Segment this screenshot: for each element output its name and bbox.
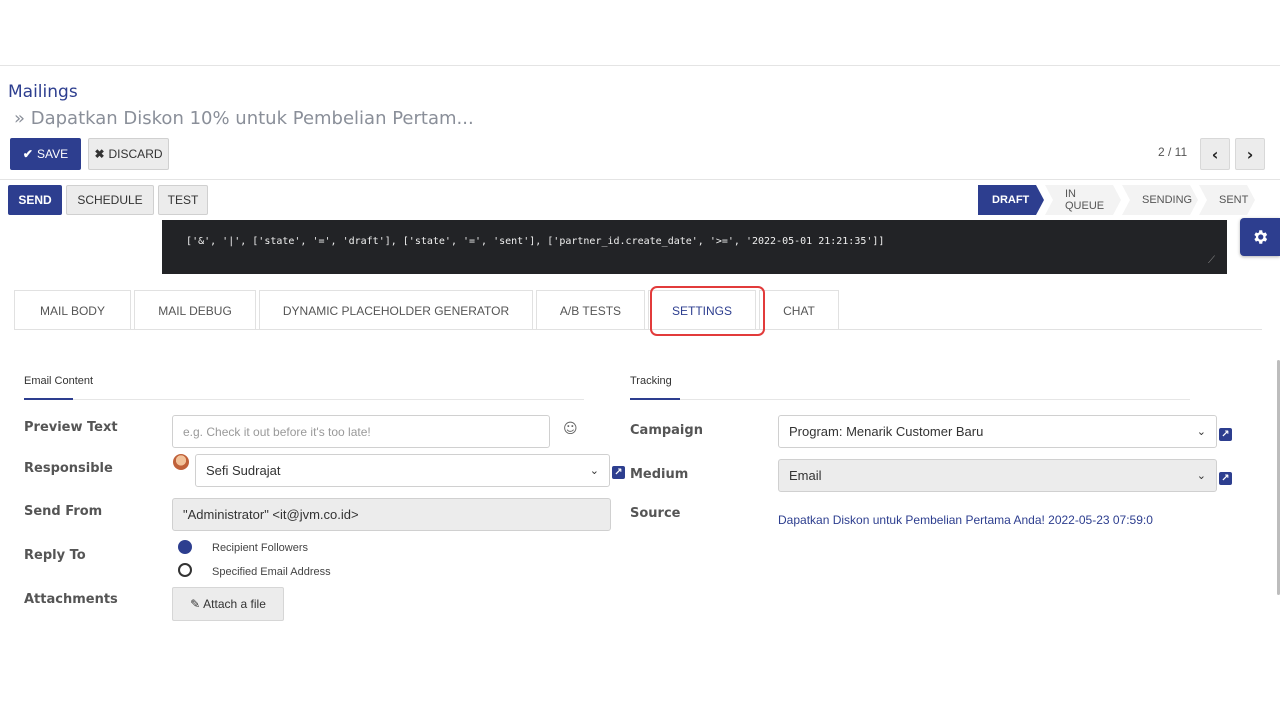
tab-dynamic-placeholder-generator[interactable]: DYNAMIC PLACEHOLDER GENERATOR bbox=[259, 290, 533, 330]
header-divider bbox=[0, 179, 1280, 180]
chevron-down-icon: ⌄ bbox=[1196, 470, 1206, 482]
medium-select[interactable]: Email ⌄ bbox=[778, 459, 1217, 492]
tabs-baseline bbox=[14, 329, 1262, 330]
domain-code: ['&', '|', ['state', '=', 'draft'], ['st… bbox=[186, 236, 885, 247]
external-link-icon[interactable]: ↗ bbox=[612, 466, 625, 479]
stage-sending[interactable]: SENDING bbox=[1122, 185, 1198, 215]
tracking-underline bbox=[630, 398, 680, 400]
responsible-select[interactable]: Sefi Sudrajat ⌄ bbox=[195, 454, 610, 487]
send-button[interactable]: SEND bbox=[8, 185, 62, 215]
save-button[interactable]: ✔ SAVE bbox=[10, 138, 81, 170]
tab-chat[interactable]: CHAT bbox=[759, 290, 839, 330]
preview-text-input[interactable]: e.g. Check it out before it's too late! bbox=[172, 415, 550, 448]
tab-ab-tests[interactable]: A/B TESTS bbox=[536, 290, 645, 330]
schedule-button[interactable]: SCHEDULE bbox=[66, 185, 154, 215]
campaign-value: Program: Menarik Customer Baru bbox=[789, 424, 984, 439]
check-icon: ✔ bbox=[22, 147, 33, 161]
stage-sent[interactable]: SENT bbox=[1199, 185, 1255, 215]
domain-editor[interactable]: ['&', '|', ['state', '=', 'draft'], ['st… bbox=[162, 220, 1227, 274]
stage-in-queue[interactable]: IN QUEUE bbox=[1045, 185, 1121, 215]
tab-mail-debug[interactable]: MAIL DEBUG bbox=[134, 290, 256, 330]
gear-icon bbox=[1254, 230, 1268, 244]
email-content-divider bbox=[24, 399, 584, 400]
tracking-title: Tracking bbox=[630, 375, 672, 387]
chevron-down-icon: ⌄ bbox=[1196, 426, 1206, 438]
source-value: Dapatkan Diskon untuk Pembelian Pertama … bbox=[778, 513, 1153, 527]
stage-draft[interactable]: DRAFT bbox=[978, 185, 1044, 215]
settings-gear-button[interactable] bbox=[1240, 218, 1280, 256]
close-icon: ✖ bbox=[94, 147, 105, 161]
send-from-label: Send From bbox=[24, 504, 103, 519]
breadcrumb-record: » Dapatkan Diskon 10% untuk Pembelian Pe… bbox=[14, 108, 474, 129]
tab-settings[interactable]: SETTINGS bbox=[648, 290, 756, 330]
chevron-left-icon: ‹ bbox=[1211, 144, 1219, 164]
campaign-select[interactable]: Program: Menarik Customer Baru ⌄ bbox=[778, 415, 1217, 448]
external-link-icon[interactable]: ↗ bbox=[1219, 472, 1232, 485]
chevron-right-icon: › bbox=[1246, 144, 1254, 164]
attach-file-label: Attach a file bbox=[203, 597, 266, 611]
pager-value[interactable]: 2 / 11 bbox=[1158, 145, 1187, 159]
test-button[interactable]: TEST bbox=[158, 185, 208, 215]
tracking-divider bbox=[630, 399, 1190, 400]
email-content-underline bbox=[24, 398, 73, 400]
resize-handle-icon[interactable]: ⟋ bbox=[1208, 255, 1215, 266]
breadcrumb-root[interactable]: Mailings bbox=[8, 82, 78, 102]
responsible-value: Sefi Sudrajat bbox=[206, 463, 281, 478]
radio-recipient-followers-label: Recipient Followers bbox=[212, 542, 308, 554]
attach-file-button[interactable]: ✎ Attach a file bbox=[172, 587, 284, 621]
discard-label: DISCARD bbox=[108, 147, 163, 161]
attachments-label: Attachments bbox=[24, 592, 118, 607]
preview-text-label: Preview Text bbox=[24, 420, 118, 435]
radio-specified-email-label: Specified Email Address bbox=[212, 566, 331, 578]
medium-value: Email bbox=[789, 468, 822, 483]
top-navbar bbox=[0, 0, 1280, 66]
status-bar: DRAFT IN QUEUE SENDING SENT bbox=[978, 185, 1256, 215]
radio-specified-email[interactable] bbox=[178, 563, 192, 577]
discard-button[interactable]: ✖ DISCARD bbox=[88, 138, 169, 170]
emoji-picker-icon[interactable]: ☺ bbox=[563, 421, 578, 437]
source-label: Source bbox=[630, 506, 681, 521]
reply-to-label: Reply To bbox=[24, 548, 86, 563]
campaign-label: Campaign bbox=[630, 423, 703, 438]
save-label: SAVE bbox=[36, 147, 69, 161]
tab-mail-body[interactable]: MAIL BODY bbox=[14, 290, 131, 330]
email-content-title: Email Content bbox=[24, 375, 94, 387]
send-from-field[interactable]: "Administrator" <it@jvm.co.id> bbox=[172, 498, 611, 531]
medium-label: Medium bbox=[630, 467, 689, 482]
avatar bbox=[173, 454, 189, 470]
radio-recipient-followers[interactable] bbox=[178, 540, 192, 554]
pager-previous-button[interactable]: ‹ bbox=[1200, 138, 1230, 170]
pager-next-button[interactable]: › bbox=[1235, 138, 1265, 170]
notebook-tabs: MAIL BODY MAIL DEBUG DYNAMIC PLACEHOLDER… bbox=[14, 290, 842, 330]
responsible-label: Responsible bbox=[24, 461, 113, 476]
paperclip-icon: ✎ bbox=[190, 597, 201, 611]
chevron-down-icon: ⌄ bbox=[589, 465, 599, 477]
external-link-icon[interactable]: ↗ bbox=[1219, 428, 1232, 441]
